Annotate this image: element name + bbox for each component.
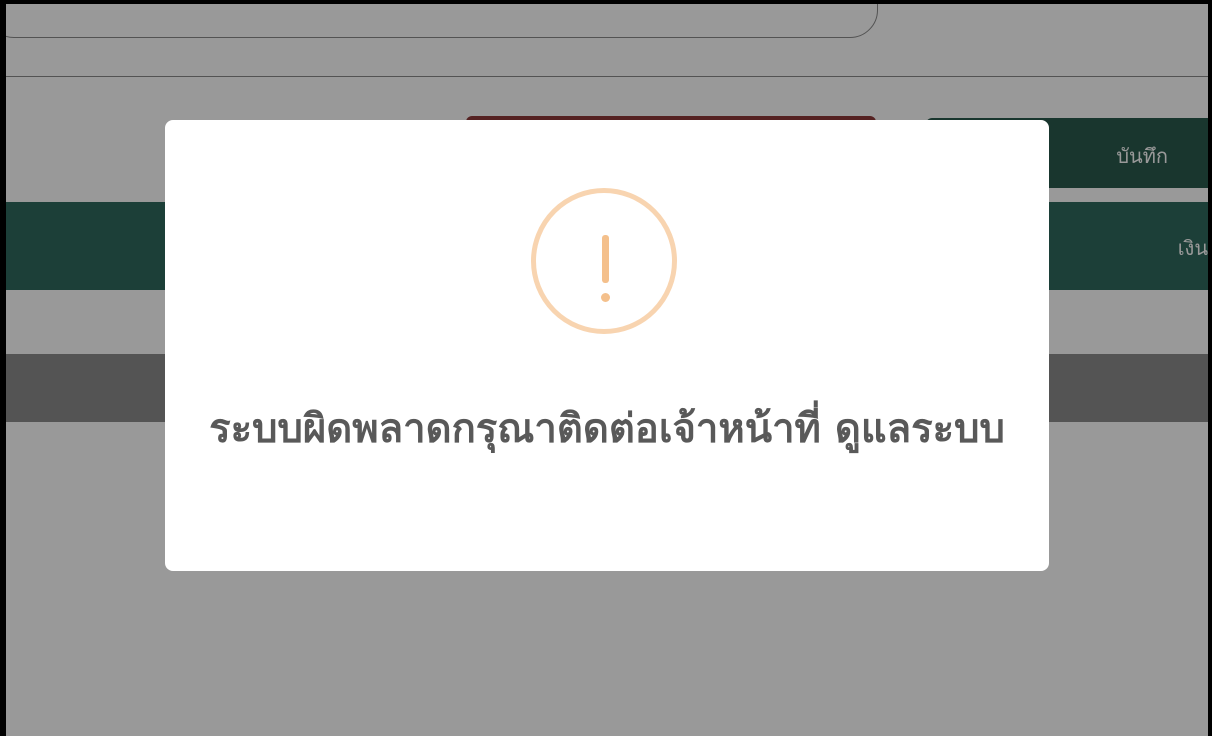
- error-message: ระบบผิดพลาดกรุณาติดต่อเจ้าหน้าที่ ดูแลระ…: [209, 406, 1005, 452]
- warning-icon-dot: [601, 293, 610, 302]
- background-page: chosen บันทึก เงิน ระบบผิดพลาดกรุณาติดต่…: [6, 4, 1208, 736]
- warning-icon-bar: [602, 235, 609, 283]
- screen-frame: chosen บันทึก เงิน ระบบผิดพลาดกรุณาติดต่…: [0, 0, 1212, 736]
- error-dialog: ระบบผิดพลาดกรุณาติดต่อเจ้าหน้าที่ ดูแลระ…: [165, 120, 1049, 571]
- warning-icon: [531, 188, 677, 334]
